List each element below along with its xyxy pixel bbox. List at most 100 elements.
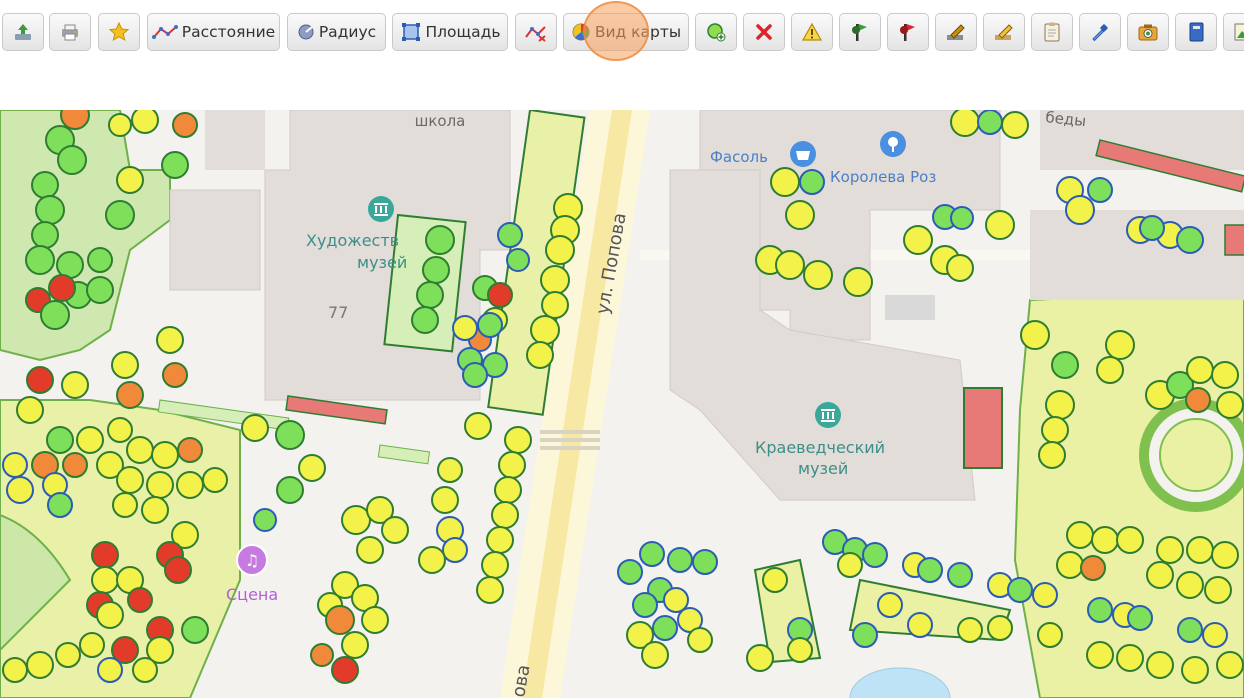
- radius-button[interactable]: Радиус: [287, 13, 386, 51]
- tree-marker[interactable]: [1116, 526, 1144, 554]
- tree-marker[interactable]: [985, 210, 1015, 240]
- tree-marker[interactable]: [425, 225, 455, 255]
- tree-marker[interactable]: [692, 549, 718, 575]
- tree-marker[interactable]: [40, 300, 70, 330]
- tree-marker[interactable]: [903, 225, 933, 255]
- green-flag-button[interactable]: [839, 13, 881, 51]
- tree-marker[interactable]: [177, 437, 203, 463]
- tree-marker[interactable]: [687, 627, 713, 653]
- tree-marker[interactable]: [762, 567, 788, 593]
- tree-marker[interactable]: [25, 245, 55, 275]
- tree-marker[interactable]: [111, 351, 139, 379]
- delete-button[interactable]: [743, 13, 785, 51]
- favorite-button[interactable]: [98, 13, 140, 51]
- tree-marker[interactable]: [462, 362, 488, 388]
- tree-marker[interactable]: [275, 420, 305, 450]
- tree-marker[interactable]: [852, 622, 878, 648]
- tree-marker[interactable]: [545, 235, 575, 265]
- tree-marker[interactable]: [1156, 536, 1184, 564]
- edit-tool-2-button[interactable]: [983, 13, 1025, 51]
- tree-marker[interactable]: [202, 467, 228, 493]
- tree-marker[interactable]: [276, 476, 304, 504]
- tree-marker[interactable]: [298, 454, 326, 482]
- tree-marker[interactable]: [775, 250, 805, 280]
- tree-marker[interactable]: [418, 546, 446, 574]
- tree-marker[interactable]: [1032, 582, 1058, 608]
- tree-marker[interactable]: [1177, 617, 1203, 643]
- tree-marker[interactable]: [31, 221, 59, 249]
- tree-marker[interactable]: [476, 576, 504, 604]
- tree-marker[interactable]: [498, 451, 526, 479]
- tree-marker[interactable]: [1116, 644, 1144, 672]
- tree-marker[interactable]: [181, 616, 209, 644]
- tree-marker[interactable]: [1001, 111, 1029, 139]
- tree-marker[interactable]: [325, 605, 355, 635]
- tree-marker[interactable]: [1216, 391, 1244, 419]
- tree-marker[interactable]: [1065, 195, 1095, 225]
- map-svg[interactable]: ♫ школа Художеств музей 77 ул. Попова ов…: [0, 110, 1244, 698]
- tree-marker[interactable]: [112, 492, 138, 518]
- tree-marker[interactable]: [87, 247, 113, 273]
- tree-marker[interactable]: [253, 508, 277, 532]
- pipette-button[interactable]: [1079, 13, 1121, 51]
- tree-marker[interactable]: [1139, 215, 1165, 241]
- tree-marker[interactable]: [127, 587, 153, 613]
- tree-marker[interactable]: [639, 541, 665, 567]
- tree-marker[interactable]: [6, 476, 34, 504]
- tree-marker[interactable]: [946, 254, 974, 282]
- tree-marker[interactable]: [47, 492, 73, 518]
- tree-marker[interactable]: [787, 637, 813, 663]
- tree-marker[interactable]: [957, 617, 983, 643]
- tree-marker[interactable]: [241, 414, 269, 442]
- red-flag-button[interactable]: [887, 13, 929, 51]
- tree-marker[interactable]: [16, 396, 44, 424]
- tree-marker[interactable]: [76, 426, 104, 454]
- add-object-button[interactable]: [695, 13, 737, 51]
- photo-button[interactable]: [1127, 13, 1169, 51]
- area-button[interactable]: Площадь: [392, 13, 508, 51]
- tree-marker[interactable]: [1066, 521, 1094, 549]
- tree-marker[interactable]: [341, 505, 371, 535]
- tree-marker[interactable]: [837, 552, 863, 578]
- tree-marker[interactable]: [1146, 651, 1174, 679]
- tree-marker[interactable]: [452, 315, 478, 341]
- clear-measure-button[interactable]: [515, 13, 557, 51]
- distance-button[interactable]: Расстояние: [147, 13, 280, 51]
- tree-marker[interactable]: [91, 541, 119, 569]
- tree-marker[interactable]: [667, 547, 693, 573]
- tree-marker[interactable]: [422, 256, 450, 284]
- warning-button[interactable]: [791, 13, 833, 51]
- export-button[interactable]: [2, 13, 44, 51]
- tree-marker[interactable]: [131, 110, 159, 134]
- tree-marker[interactable]: [1186, 356, 1214, 384]
- tree-marker[interactable]: [156, 326, 184, 354]
- tree-marker[interactable]: [35, 195, 65, 225]
- tree-marker[interactable]: [61, 371, 89, 399]
- tree-marker[interactable]: [161, 151, 189, 179]
- tree-marker[interactable]: [652, 615, 678, 641]
- tree-marker[interactable]: [917, 557, 943, 583]
- tree-marker[interactable]: [1127, 605, 1153, 631]
- tree-marker[interactable]: [1176, 226, 1204, 254]
- tree-marker[interactable]: [331, 656, 359, 684]
- tree-marker[interactable]: [1038, 441, 1066, 469]
- tree-marker[interactable]: [356, 536, 384, 564]
- tree-marker[interactable]: [1091, 526, 1119, 554]
- tree-marker[interactable]: [48, 274, 76, 302]
- tree-marker[interactable]: [477, 312, 503, 338]
- tree-marker[interactable]: [172, 112, 198, 138]
- tree-marker[interactable]: [1146, 561, 1174, 589]
- tree-marker[interactable]: [1096, 356, 1124, 384]
- tree-marker[interactable]: [530, 315, 560, 345]
- tree-marker[interactable]: [97, 657, 123, 683]
- tree-marker[interactable]: [1185, 387, 1211, 413]
- tree-marker[interactable]: [1105, 330, 1135, 360]
- tree-marker[interactable]: [641, 641, 669, 669]
- tree-marker[interactable]: [1007, 577, 1033, 603]
- tree-marker[interactable]: [162, 362, 188, 388]
- tree-marker[interactable]: [907, 612, 933, 638]
- tree-marker[interactable]: [1056, 551, 1084, 579]
- tree-marker[interactable]: [416, 281, 444, 309]
- tree-marker[interactable]: [164, 556, 192, 584]
- tree-marker[interactable]: [107, 417, 133, 443]
